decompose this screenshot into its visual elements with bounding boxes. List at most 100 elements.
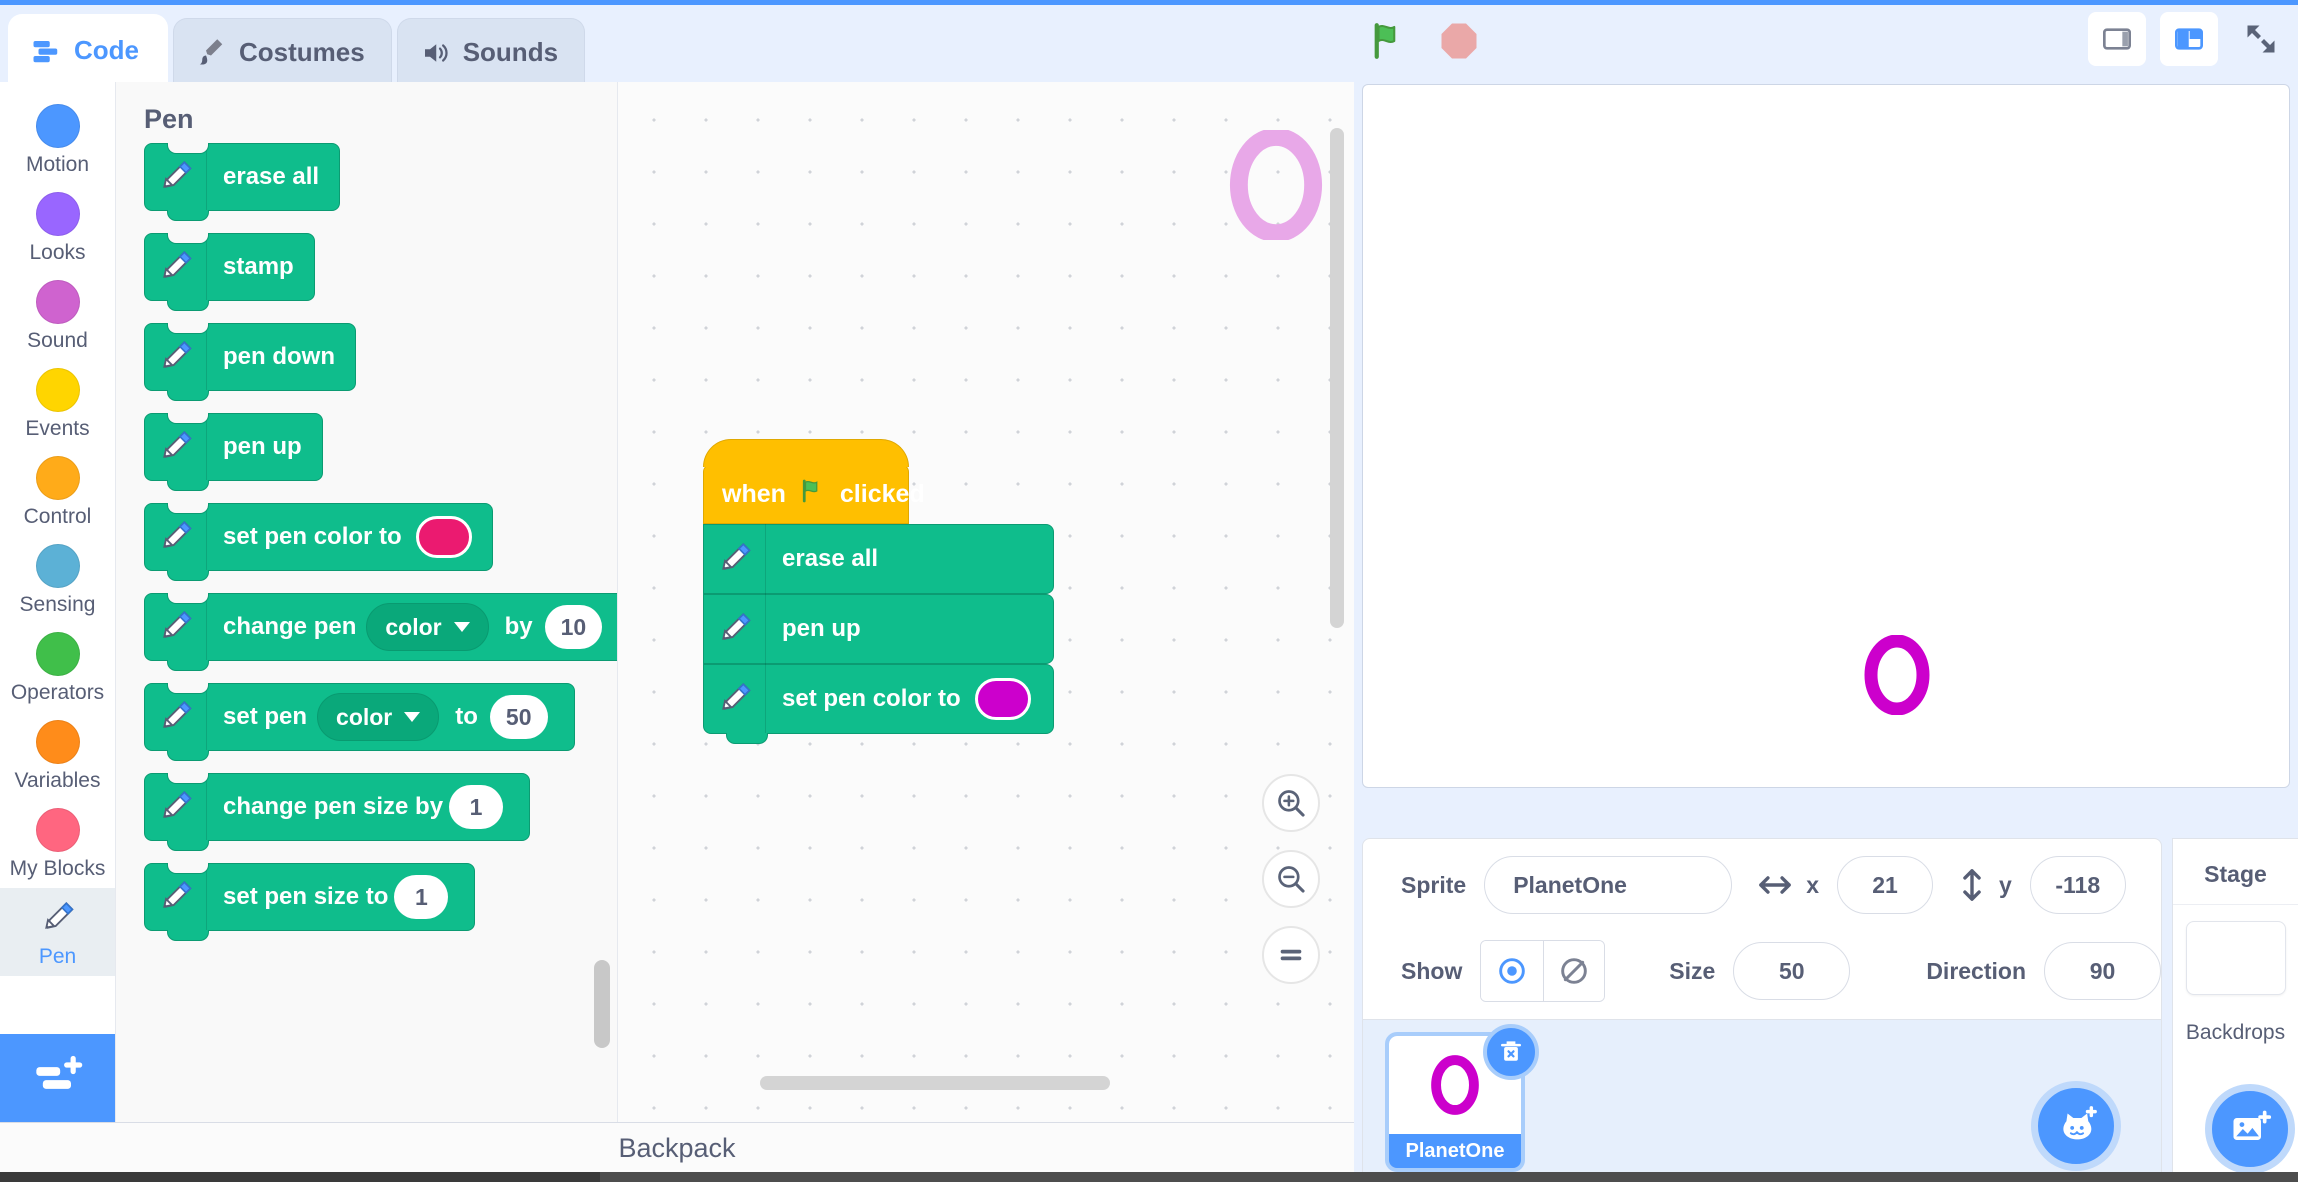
block-label: pen up	[782, 615, 861, 642]
category-sensing[interactable]: Sensing	[0, 536, 115, 624]
add-extension-button[interactable]	[0, 1034, 115, 1122]
palette-block-erase-all[interactable]: erase all	[144, 143, 341, 221]
pen-color-swatch[interactable]	[974, 678, 1031, 720]
palette-block-set-pen-to[interactable]: set pen color to 50	[144, 683, 575, 761]
block-label: change pen size by	[223, 793, 444, 820]
pen-attribute-dropdown[interactable]: color	[366, 603, 489, 651]
green-flag-button[interactable]	[1368, 20, 1410, 62]
block-label: set pen	[223, 703, 308, 730]
tab-code[interactable]: Code	[8, 14, 168, 86]
category-pen[interactable]: Pen	[0, 888, 115, 976]
category-my-blocks[interactable]: My Blocks	[0, 800, 115, 888]
horizontal-arrows-icon	[1758, 872, 1792, 898]
sprite-name-input[interactable]: PlanetOne	[1484, 856, 1733, 914]
backpack-label: Backpack	[618, 1133, 736, 1163]
zoom-reset-button[interactable]	[1262, 926, 1320, 984]
pen-icon	[145, 773, 207, 841]
trash-delete-icon[interactable]	[1483, 1024, 1539, 1080]
speaker-icon	[420, 38, 450, 68]
sprite-list: PlanetOne	[1362, 1020, 2162, 1182]
block-palette[interactable]: Pen erase all stamp pen down pen up set …	[116, 82, 618, 1122]
y-label: y	[1998, 871, 2012, 898]
control-color-dot	[35, 455, 80, 500]
category-control[interactable]: Control	[0, 448, 115, 536]
pen-icon	[145, 143, 207, 211]
eye-hidden-icon[interactable]	[1542, 941, 1605, 1001]
y-input[interactable]: -118	[2029, 856, 2126, 914]
size-input[interactable]: 50	[1733, 942, 1851, 1000]
backpack-bar[interactable]: Backpack	[0, 1122, 1354, 1174]
category-events[interactable]: Events	[0, 360, 115, 448]
sprite-card-planetone[interactable]: PlanetOne	[1385, 1024, 1539, 1172]
tab-sounds[interactable]: Sounds	[396, 18, 586, 86]
pen-size-change-input[interactable]: 1	[449, 785, 504, 829]
pen-icon	[145, 593, 207, 661]
add-backdrop-button[interactable]	[2205, 1084, 2295, 1174]
palette-block-stamp[interactable]: stamp	[144, 233, 315, 311]
stage-thumbnail[interactable]	[2185, 921, 2286, 995]
pen-icon	[145, 323, 207, 391]
palette-block-set-pen-color-to[interactable]: set pen color to	[144, 503, 493, 581]
motion-color-dot	[35, 103, 80, 148]
tab-costumes[interactable]: Costumes	[173, 18, 392, 86]
small-stage-layout-button[interactable]	[2088, 12, 2146, 66]
palette-block-set-pen-size-to[interactable]: set pen size to 1	[144, 863, 476, 941]
add-sprite-cat-button[interactable]	[2031, 1081, 2121, 1171]
zoom-in-button[interactable]	[1262, 774, 1320, 832]
category-sound[interactable]: Sound	[0, 272, 115, 360]
chevron-down-icon	[453, 622, 470, 632]
fullscreen-button[interactable]	[2232, 12, 2290, 66]
workspace-zoom-controls	[1262, 774, 1320, 984]
category-control-label: Control	[23, 504, 92, 528]
stop-button[interactable]	[1438, 20, 1480, 62]
pen-size-set-input[interactable]: 1	[394, 875, 449, 919]
sprite-watermark-icon	[1224, 127, 1328, 243]
script-block-pen-up[interactable]: pen up	[703, 594, 1054, 664]
editor-tabs: Code Costumes Sounds	[8, 14, 590, 86]
direction-label: Direction	[1926, 957, 2026, 984]
palette-block-change-pen-by[interactable]: change pen color by 10	[144, 593, 617, 671]
palette-block-pen-up[interactable]: pen up	[144, 413, 323, 491]
category-looks-label: Looks	[29, 240, 86, 264]
palette-block-change-pen-size-by[interactable]: change pen size by 1	[144, 773, 531, 851]
chevron-down-icon	[404, 712, 421, 722]
pen-color-swatch[interactable]	[415, 516, 472, 558]
palette-scrollbar[interactable]	[594, 960, 610, 1048]
x-input[interactable]: 21	[1836, 856, 1933, 914]
script-stack[interactable]: when clicked erase all pen up set pen co…	[703, 439, 1054, 744]
events-color-dot	[35, 367, 80, 412]
category-events-label: Events	[25, 416, 90, 440]
category-variables[interactable]: Variables	[0, 712, 115, 800]
category-looks[interactable]: Looks	[0, 184, 115, 272]
block-label: set pen color to	[223, 523, 402, 550]
os-taskbar-segment	[0, 1172, 600, 1182]
looks-color-dot	[35, 191, 80, 236]
workspace-horizontal-scrollbar[interactable]	[760, 1076, 1110, 1090]
pen-icon	[145, 233, 207, 301]
palette-block-pen-down[interactable]: pen down	[144, 323, 356, 401]
normal-stage-layout-button[interactable]	[2160, 12, 2218, 66]
pen-attribute-dropdown[interactable]: color	[317, 693, 440, 741]
when-flag-clicked-block[interactable]: when clicked	[703, 439, 925, 524]
workspace-vertical-scrollbar[interactable]	[1330, 128, 1344, 628]
sprite-card-label: PlanetOne	[1405, 1140, 1505, 1162]
pen-icon	[704, 664, 766, 734]
stage[interactable]	[1362, 84, 2290, 788]
script-block-erase-all[interactable]: erase all	[703, 524, 1054, 594]
direction-input[interactable]: 90	[2044, 942, 2161, 1000]
eye-visible-icon[interactable]	[1481, 941, 1543, 1001]
category-rail: Motion Looks Sound Events Control Sensin…	[0, 82, 116, 1122]
stage-sprite-planetone[interactable]	[1860, 634, 1934, 716]
category-operators[interactable]: Operators	[0, 624, 115, 712]
block-label: set pen size to	[223, 883, 389, 910]
dropdown-value: color	[385, 613, 442, 640]
run-controls	[1368, 20, 1480, 62]
pen-set-value-input[interactable]: 50	[489, 695, 548, 739]
category-motion[interactable]: Motion	[0, 96, 115, 184]
layout-buttons	[2088, 12, 2290, 66]
zoom-out-button[interactable]	[1262, 850, 1320, 908]
pen-change-value-input[interactable]: 10	[544, 605, 603, 649]
tab-costumes-label: Costumes	[239, 37, 365, 67]
show-toggle	[1480, 940, 1606, 1002]
script-block-set-pen-color-to[interactable]: set pen color to	[703, 664, 1054, 744]
